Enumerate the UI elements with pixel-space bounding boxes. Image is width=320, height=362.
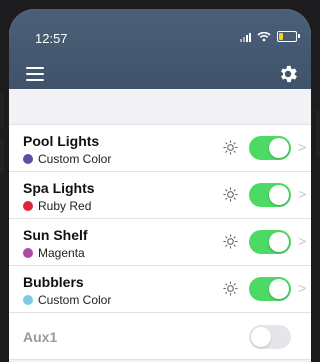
aux-name: Aux1 xyxy=(23,329,58,345)
chevron-right-icon[interactable]: > xyxy=(298,139,306,155)
light-toggle[interactable] xyxy=(249,136,291,160)
light-color: Magenta xyxy=(23,246,85,260)
app-screen: 12:57 Pool Lights Custom Color > Spa Lig… xyxy=(9,9,311,362)
brightness-icon[interactable] xyxy=(223,234,238,249)
chevron-right-icon[interactable]: > xyxy=(298,233,306,249)
volume-button-2 xyxy=(0,138,4,174)
color-label: Custom Color xyxy=(38,293,112,307)
aux-row-aux1[interactable]: Aux1 xyxy=(9,313,311,360)
app-header: 12:57 xyxy=(9,9,311,89)
gear-icon[interactable] xyxy=(277,63,299,85)
aux-toggle[interactable] xyxy=(249,325,291,349)
light-name: Bubblers xyxy=(23,274,84,290)
brightness-icon[interactable] xyxy=(223,140,238,155)
volume-button xyxy=(0,92,4,128)
hamburger-menu-icon[interactable] xyxy=(26,67,44,81)
light-row-bubblers[interactable]: Bubblers Custom Color > xyxy=(9,266,311,313)
status-time: 12:57 xyxy=(35,31,68,46)
chevron-right-icon[interactable]: > xyxy=(298,186,306,202)
power-button xyxy=(316,110,320,158)
color-label: Magenta xyxy=(38,246,85,260)
color-swatch xyxy=(23,248,33,258)
light-row-spa-lights[interactable]: Spa Lights Ruby Red > xyxy=(9,172,311,219)
color-swatch xyxy=(23,295,33,305)
light-toggle[interactable] xyxy=(249,183,291,207)
light-color: Custom Color xyxy=(23,152,111,166)
light-color: Custom Color xyxy=(23,293,111,307)
light-name: Sun Shelf xyxy=(23,227,88,243)
color-label: Custom Color xyxy=(38,152,112,166)
light-row-pool-lights[interactable]: Pool Lights Custom Color > xyxy=(9,124,311,172)
chevron-right-icon[interactable]: > xyxy=(298,280,306,296)
light-toggle[interactable] xyxy=(249,230,291,254)
signal-icon xyxy=(240,32,251,42)
color-swatch xyxy=(23,201,33,211)
lights-list: Pool Lights Custom Color > Spa Lights Ru… xyxy=(9,124,311,360)
light-color: Ruby Red xyxy=(23,199,91,213)
color-swatch xyxy=(23,154,33,164)
light-name: Pool Lights xyxy=(23,133,100,149)
brightness-icon[interactable] xyxy=(223,281,238,296)
phone-frame: 12:57 Pool Lights Custom Color > Spa Lig… xyxy=(0,0,320,362)
light-name: Spa Lights xyxy=(23,180,95,196)
color-label: Ruby Red xyxy=(38,199,92,213)
brightness-icon[interactable] xyxy=(223,187,238,202)
battery-icon xyxy=(277,31,300,42)
status-icons xyxy=(240,31,300,42)
light-row-sun-shelf[interactable]: Sun Shelf Magenta > xyxy=(9,219,311,266)
light-toggle[interactable] xyxy=(249,277,291,301)
wifi-icon xyxy=(257,31,271,42)
